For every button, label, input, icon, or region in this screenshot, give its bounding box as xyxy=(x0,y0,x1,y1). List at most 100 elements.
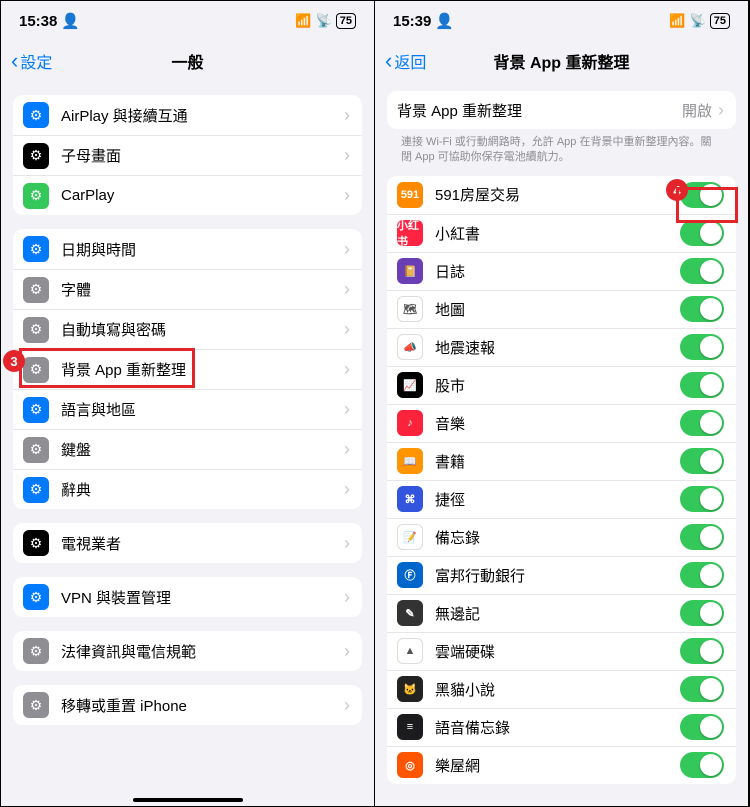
keyboard-icon: ⚙ xyxy=(23,437,49,463)
settings-row[interactable]: ⚙AirPlay 與接續互通› xyxy=(13,95,362,135)
back-button[interactable]: ‹ 設定 xyxy=(11,49,52,73)
row-label: 鍵盤 xyxy=(61,439,344,460)
signal-icon: 📶 xyxy=(669,13,685,29)
home-indicator xyxy=(133,798,243,802)
app-icon: 📝 xyxy=(397,524,423,550)
settings-section: ⚙AirPlay 與接續互通›⚙子母畫面›⚙CarPlay› xyxy=(13,95,362,215)
app-icon: 🐱 xyxy=(397,676,423,702)
vpn-icon: ⚙ xyxy=(23,584,49,610)
settings-row[interactable]: ⚙辭典› xyxy=(13,469,362,509)
app-name: 地震速報 xyxy=(435,337,680,358)
app-toggle[interactable] xyxy=(680,258,724,284)
app-icon: ♪ xyxy=(397,410,423,436)
app-name: 樂屋網 xyxy=(435,755,680,776)
app-toggle[interactable] xyxy=(680,372,724,398)
settings-section: ⚙電視業者› xyxy=(13,523,362,563)
back-button[interactable]: ‹ 返回 xyxy=(385,49,426,73)
app-toggle[interactable] xyxy=(680,410,724,436)
chevron-left-icon: ‹ xyxy=(385,50,392,72)
airplay-icon: ⚙ xyxy=(23,102,49,128)
app-toggle[interactable] xyxy=(680,524,724,550)
master-value: 開啟 xyxy=(682,100,712,121)
settings-row[interactable]: ⚙語言與地區› xyxy=(13,389,362,429)
app-name: 股市 xyxy=(435,375,680,396)
app-row: ✎ 無邊記 xyxy=(387,594,736,632)
status-time: 15:38 xyxy=(19,13,57,30)
chevron-right-icon: › xyxy=(344,145,350,166)
app-toggle[interactable] xyxy=(680,448,724,474)
app-toggle[interactable] xyxy=(680,714,724,740)
app-icon: ✎ xyxy=(397,600,423,626)
app-icon: ◎ xyxy=(397,752,423,778)
settings-row[interactable]: ⚙ VPN 與裝置管理› xyxy=(13,577,362,617)
chevron-right-icon: › xyxy=(344,695,350,716)
app-toggle[interactable] xyxy=(680,486,724,512)
refresh-icon: ⚙ xyxy=(23,357,49,383)
chevron-right-icon: › xyxy=(344,587,350,608)
app-name: 雲端硬碟 xyxy=(435,641,680,662)
settings-row[interactable]: ⚙CarPlay› xyxy=(13,175,362,215)
settings-row[interactable]: ⚙背景 App 重新整理› xyxy=(13,349,362,389)
chevron-right-icon: › xyxy=(344,533,350,554)
app-row: Ⓕ富邦行動銀行 xyxy=(387,556,736,594)
settings-section: ⚙日期與時間›⚙字體›⚙自動填寫與密碼›⚙背景 App 重新整理›⚙語言與地區›… xyxy=(13,229,362,509)
settings-row[interactable]: ⚙ 鍵盤› xyxy=(13,429,362,469)
app-toggle[interactable] xyxy=(680,676,724,702)
row-label: CarPlay xyxy=(61,187,344,204)
app-toggle[interactable] xyxy=(680,220,724,246)
chevron-right-icon: › xyxy=(344,105,350,126)
app-name: 黑貓小說 xyxy=(435,679,680,700)
chevron-right-icon: › xyxy=(344,479,350,500)
settings-row[interactable]: ⚙電視業者› xyxy=(13,523,362,563)
app-name: 無邊記 xyxy=(435,603,680,624)
settings-row[interactable]: ⚙ 法律資訊與電信規範› xyxy=(13,631,362,671)
app-icon: ⌘ xyxy=(397,486,423,512)
chevron-right-icon: › xyxy=(344,641,350,662)
app-row: 📝備忘錄 xyxy=(387,518,736,556)
app-row: 591591房屋交易 xyxy=(387,176,736,214)
chevron-right-icon: › xyxy=(344,185,350,206)
row-label: 法律資訊與電信規範 xyxy=(61,641,344,662)
settings-row[interactable]: ⚙子母畫面› xyxy=(13,135,362,175)
app-toggle[interactable] xyxy=(680,296,724,322)
app-icon: 小红书 xyxy=(397,220,423,246)
master-row[interactable]: 背景 App 重新整理 開啟 › xyxy=(387,91,736,129)
app-name: 音樂 xyxy=(435,413,680,434)
transfer-icon: ⚙ xyxy=(23,692,49,718)
app-icon: Ⓕ xyxy=(397,562,423,588)
app-name: 小紅書 xyxy=(435,223,680,244)
row-label: 自動填寫與密碼 xyxy=(61,319,344,340)
chevron-right-icon: › xyxy=(344,399,350,420)
chevron-right-icon: › xyxy=(344,319,350,340)
app-toggle[interactable] xyxy=(680,182,724,208)
row-label: 移轉或重置 iPhone xyxy=(61,695,344,716)
settings-row[interactable]: ⚙ 移轉或重置 iPhone› xyxy=(13,685,362,725)
app-toggle[interactable] xyxy=(680,334,724,360)
legal-icon: ⚙ xyxy=(23,638,49,664)
row-label: 字體 xyxy=(61,279,344,300)
settings-section: ⚙ 移轉或重置 iPhone› xyxy=(13,685,362,725)
app-icon: 🗺 xyxy=(397,296,423,322)
app-toggle[interactable] xyxy=(680,638,724,664)
app-icon: ≡ xyxy=(397,714,423,740)
tv-icon: ⚙ xyxy=(23,530,49,556)
app-icon: ▲ xyxy=(397,638,423,664)
battery-level: 75 xyxy=(336,13,356,29)
apps-section: 591591房屋交易小红书小紅書📔日誌🗺地圖📣地震速報📈股市♪音樂📖書籍⌘捷徑📝… xyxy=(387,176,736,784)
chevron-right-icon: › xyxy=(344,439,350,460)
app-toggle[interactable] xyxy=(680,600,724,626)
app-toggle[interactable] xyxy=(680,752,724,778)
app-icon: 📈 xyxy=(397,372,423,398)
master-label: 背景 App 重新整理 xyxy=(397,100,682,121)
app-toggle[interactable] xyxy=(680,562,724,588)
app-row: ♪ 音樂 xyxy=(387,404,736,442)
user-icon: 👤 xyxy=(61,12,80,30)
row-label: VPN 與裝置管理 xyxy=(61,587,344,608)
app-refresh-list: 背景 App 重新整理 開啟 › 連接 Wi-Fi 或行動網路時，允許 App … xyxy=(375,81,748,806)
app-name: 語音備忘錄 xyxy=(435,717,680,738)
app-icon: 591 xyxy=(397,182,423,208)
lang-icon: ⚙ xyxy=(23,397,49,423)
settings-row[interactable]: ⚙自動填寫與密碼› xyxy=(13,309,362,349)
settings-row[interactable]: ⚙字體› xyxy=(13,269,362,309)
settings-row[interactable]: ⚙日期與時間› xyxy=(13,229,362,269)
